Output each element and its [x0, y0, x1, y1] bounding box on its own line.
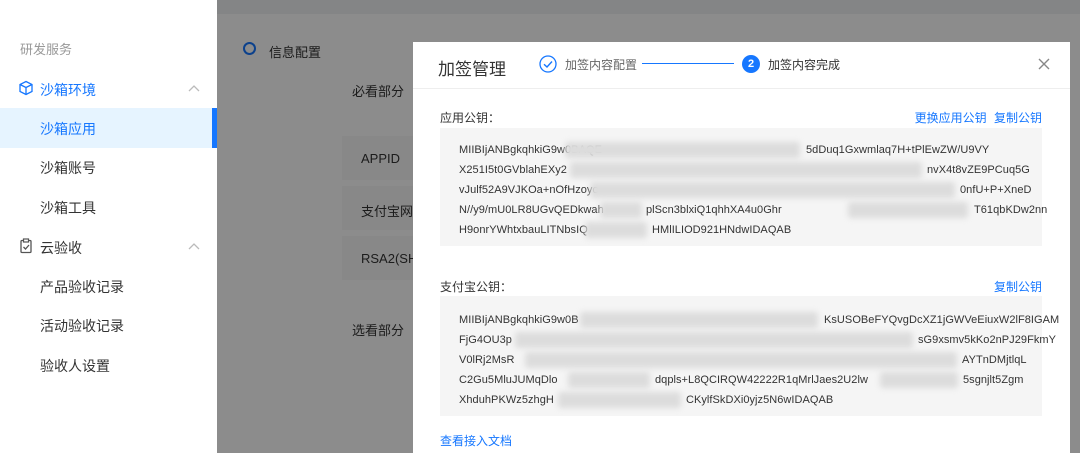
sidebar-group-sandbox[interactable]: 沙箱环境 — [0, 68, 217, 108]
copy-app-key-link[interactable]: 复制公钥 — [994, 111, 1042, 125]
key-line: dqpls+L8QCIRQW42222R1qMrlJaes2U2lw — [655, 374, 868, 386]
app-key-actions: 更换应用公钥 复制公钥 — [911, 109, 1042, 126]
sidebar-item-sandbox-account[interactable]: 沙箱账号 — [0, 147, 217, 187]
redaction-blur — [558, 392, 681, 408]
redaction-blur — [585, 222, 647, 238]
alipay-key-actions: 复制公钥 — [990, 278, 1042, 295]
copy-alipay-key-link[interactable]: 复制公钥 — [994, 280, 1042, 294]
chevron-up-icon — [188, 85, 200, 92]
key-line: 5dDuq1Gxwmlaq7H+tPlEwZW/U9VY — [806, 144, 990, 156]
key-line: KsUSOBeFYQvgDcXZ1jGWVeEiuxW2lF8IGAM — [824, 314, 1060, 326]
redaction-blur — [525, 352, 957, 368]
app-public-key-label: 应用公钥： — [440, 111, 501, 125]
chevron-up-icon — [188, 243, 200, 250]
key-line: FjG4OU3p — [459, 334, 512, 346]
sidebar-item-sandbox-tools[interactable]: 沙箱工具 — [0, 187, 217, 227]
redaction-blur — [565, 142, 800, 158]
sidebar-section-title: 研发服务 — [20, 42, 73, 57]
cube-icon — [19, 80, 33, 96]
redaction-blur — [848, 202, 968, 218]
step-connector — [642, 63, 734, 64]
redaction-blur — [880, 372, 958, 388]
sidebar-item-label: 沙箱应用 — [40, 121, 96, 137]
key-line: V0lRj2MsR — [459, 354, 515, 366]
sign-management-modal: 加签管理 加签内容配置 2 加签内容完成 应用公钥： 更换应用公钥 复制公钥 M… — [413, 42, 1070, 453]
key-line: HMlILIOD921HNdwIDAQAB — [652, 224, 792, 236]
key-line: plScn3blxiQ1qhhXA4u0Ghr — [646, 204, 782, 216]
sidebar-item-product-records[interactable]: 产品验收记录 — [0, 266, 217, 306]
key-line: XhduhPKWz5zhgH — [459, 394, 554, 406]
clipboard-icon — [20, 238, 32, 254]
sidebar-item-label: 产品验收记录 — [40, 279, 124, 295]
modal-title: 加签管理 — [438, 60, 506, 79]
key-line: vJulf52A9VJKOa+nOfHzoyo — [459, 184, 599, 196]
key-line: 5sgnjlt5Zgm — [963, 374, 1024, 386]
sidebar-item-activity-records[interactable]: 活动验收记录 — [0, 305, 217, 345]
view-docs-link[interactable]: 查看接入文档 — [440, 432, 512, 449]
sidebar-item-label: 沙箱工具 — [40, 200, 96, 216]
sidebar-item-label: 活动验收记录 — [40, 318, 124, 334]
redaction-blur — [590, 182, 955, 198]
redaction-blur — [600, 202, 642, 218]
modal-header-divider — [413, 88, 1070, 89]
alipay-public-key-box: MIIBIjANBgkqhkiG9w0B FjG4OU3p V0lRj2MsR … — [440, 296, 1059, 416]
watermark: https://blog.csdn.net/qq_30285985 — [842, 428, 1042, 443]
sidebar-item-acceptor-settings[interactable]: 验收人设置 — [0, 345, 217, 385]
redaction-blur — [570, 162, 922, 178]
key-line: C2Gu5MluJUMqDlo — [459, 374, 558, 386]
key-line: sG9xsmv5kKo2nPJ29FkmY — [918, 334, 1056, 346]
app-public-key-box: MIIBIjANBgkqhkiG9w0BAQE X251I5t0GVblahEX… — [440, 128, 1047, 246]
check-circle-icon — [539, 55, 557, 73]
sidebar-group-label: 沙箱环境 — [40, 82, 96, 98]
key-line: H9onrYWhtxbauLITNbsIQ — [459, 224, 588, 236]
key-line: 0nfU+P+XneD — [960, 184, 1032, 196]
key-line: N//y9/mU0LR8UGvQEDkwah — [459, 204, 604, 216]
step-2-number: 2 — [742, 55, 760, 73]
close-icon[interactable] — [1036, 56, 1052, 72]
sidebar-item-sandbox-app[interactable]: 沙箱应用 — [0, 108, 217, 148]
change-app-key-link[interactable]: 更换应用公钥 — [915, 111, 987, 125]
redaction-blur — [580, 312, 818, 328]
redaction-blur — [515, 332, 913, 348]
step-1-label: 加签内容配置 — [565, 58, 638, 72]
alipay-public-key-label: 支付宝公钥： — [440, 280, 513, 294]
sidebar: 研发服务 沙箱环境 沙箱应用 沙箱账号 沙箱工具 云验收 产品验收记录 活动验收… — [0, 0, 217, 453]
key-line: CKylfSkDXi0yjz5N6wIDAQAB — [686, 394, 834, 406]
sidebar-group-label: 云验收 — [40, 240, 82, 256]
step-2-label: 加签内容完成 — [768, 58, 841, 72]
key-line: MIIBIjANBgkqhkiG9w0B — [459, 314, 579, 326]
sidebar-item-label: 沙箱账号 — [40, 160, 96, 176]
key-line: X251I5t0GVblahEXy2 — [459, 164, 567, 176]
key-line: AYTnDMjtlqL — [962, 354, 1027, 366]
key-line: T61qbKDw2nn — [974, 204, 1048, 216]
redaction-blur — [568, 372, 650, 388]
sidebar-group-cloud-acceptance[interactable]: 云验收 — [0, 226, 217, 266]
sidebar-item-label: 验收人设置 — [40, 358, 110, 374]
key-line: nvX4t8vZE9PCuq5G — [927, 164, 1030, 176]
